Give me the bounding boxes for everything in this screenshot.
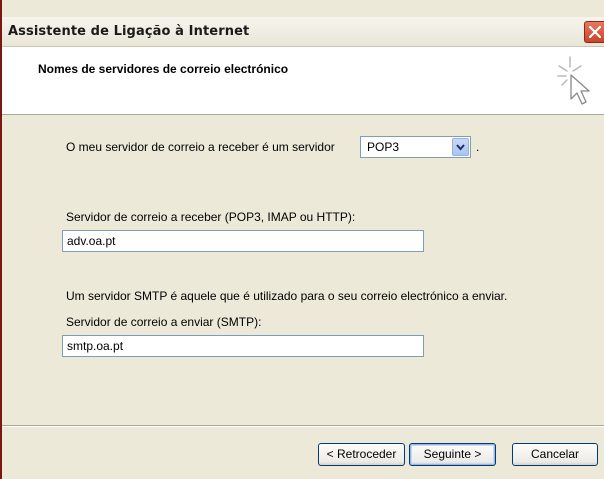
incoming-server-input[interactable]: adv.oa.pt xyxy=(62,230,424,252)
wizard-cursor-icon xyxy=(557,56,590,105)
incoming-type-suffix: . xyxy=(476,140,480,154)
incoming-server-type-select[interactable]: POP3 xyxy=(360,136,471,158)
incoming-type-label: O meu servidor de correio a receber é um… xyxy=(66,140,335,154)
footer-divider xyxy=(2,425,604,427)
title-bar[interactable]: Assistente de Ligação à Internet xyxy=(2,17,604,47)
close-button[interactable] xyxy=(584,21,604,43)
wizard-header: Nomes de servidores de correio electróni… xyxy=(2,47,604,115)
page-title: Nomes de servidores de correio electróni… xyxy=(38,62,289,76)
dropdown-button[interactable] xyxy=(452,138,469,156)
back-button[interactable]: < Retroceder xyxy=(318,443,405,466)
smtp-info-text: Um servidor SMTP é aquele que é utilizad… xyxy=(66,289,508,303)
incoming-server-label: Servidor de correio a receber (POP3, IMA… xyxy=(66,210,356,224)
outgoing-server-input[interactable]: smtp.oa.pt xyxy=(62,335,424,357)
next-button[interactable]: Seguinte > xyxy=(409,443,496,466)
outgoing-server-label: Servidor de correio a enviar (SMTP): xyxy=(66,315,262,329)
incoming-server-type-value: POP3 xyxy=(367,140,400,154)
wizard-window: Assistente de Ligação à Internet Nomes d… xyxy=(0,0,604,479)
cancel-button[interactable]: Cancelar xyxy=(512,443,598,466)
wizard-content: O meu servidor de correio a receber é um… xyxy=(2,116,604,420)
close-icon xyxy=(589,26,601,38)
chevron-down-icon xyxy=(456,144,465,151)
window-title: Assistente de Ligação à Internet xyxy=(8,24,250,39)
